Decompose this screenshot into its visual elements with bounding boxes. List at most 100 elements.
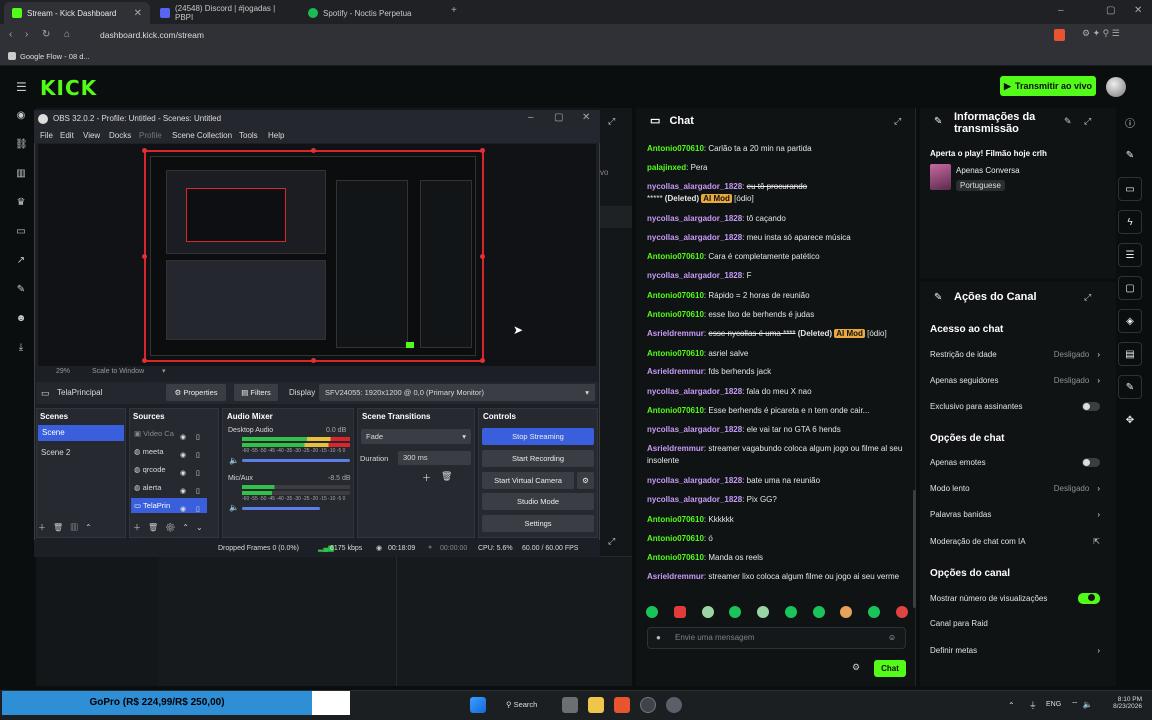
transition-select[interactable]: Fade ▾ [361, 429, 471, 444]
emote-icon[interactable] [868, 606, 881, 618]
chat-message[interactable]: Asrieldremmur: streamer lixo coloca algu… [647, 571, 909, 583]
volume-slider[interactable] [242, 459, 350, 462]
tray-icons[interactable]: ⌃ ⏚ [1008, 700, 1043, 711]
chat-username[interactable]: nycollas_alargador_1828 [647, 233, 742, 242]
server-icon[interactable]: ▤ [1118, 342, 1142, 366]
forward-icon[interactable]: › [25, 29, 28, 40]
audio-icon[interactable]: ◈ [1118, 309, 1142, 333]
window-close-icon[interactable]: ✕ [582, 112, 590, 123]
scene-toolbar-icons[interactable]: ＋🗑▥⌃ [38, 522, 99, 533]
hamburger-menu-icon[interactable]: ☰ [16, 80, 27, 94]
resize-handle[interactable] [142, 148, 147, 153]
chat-username[interactable]: nycollas_alargador_1828 [647, 214, 742, 223]
source-toolbar-icons[interactable]: ＋🗑⚙⌃⌄ [133, 522, 210, 533]
visibility-icon[interactable]: ◉ ◉ ◉ ◉ ◉ [180, 429, 186, 519]
monitor-icon[interactable]: ▭ [15, 226, 27, 238]
goals-row[interactable]: Definir metas › [930, 646, 1100, 655]
scale-mode[interactable]: Scale to Window [92, 368, 144, 375]
task-view-icon[interactable] [562, 697, 578, 713]
emote-icon[interactable] [840, 606, 853, 618]
chat-username[interactable]: palajinxed [647, 163, 686, 172]
chat-message[interactable]: Asrieldremmur: esse nycollas é uma **** … [647, 328, 909, 340]
chat-username[interactable]: Asrieldremmur [647, 329, 704, 338]
chat-username[interactable]: nycollas_alargador_1828 [647, 495, 742, 504]
avatar[interactable] [1106, 77, 1126, 97]
chat-username[interactable]: nycollas_alargador_1828 [647, 387, 742, 396]
speaker-icon[interactable]: 🔈 [229, 456, 239, 465]
emote-icon[interactable] [673, 606, 686, 618]
monitor-icon[interactable]: ▭ [1118, 177, 1142, 201]
bookmark-item[interactable]: Google Flow - 08 d... [20, 52, 90, 61]
download-icon[interactable]: ⤓ [15, 342, 27, 354]
chat-username[interactable]: Antonio070610 [647, 515, 704, 524]
resize-handle[interactable] [142, 254, 147, 259]
start-virtual-camera-button[interactable]: Start Virtual Camera [482, 472, 574, 489]
chat-message[interactable]: nycollas_alargador_1828: tô caçando [647, 213, 909, 225]
expand-icon[interactable]: ⤢ [608, 116, 615, 127]
chat-message[interactable]: Antonio070610: Carlão ta a 20 min na par… [647, 143, 909, 155]
resize-handle[interactable] [142, 358, 147, 363]
window-close-icon[interactable]: ✕ [1134, 5, 1142, 16]
edit-icon[interactable]: ✎ [1064, 116, 1072, 127]
chat-message[interactable]: palajinxed: Pera [647, 162, 909, 174]
chat-message[interactable]: nycollas_alargador_1828: bate uma na reu… [647, 475, 909, 487]
menu-edit[interactable]: Edit [60, 131, 74, 140]
popout-icon[interactable]: ⤢ [1084, 292, 1091, 303]
filters-button[interactable]: ▤ Filters [234, 384, 278, 401]
chat-username[interactable]: nycollas_alargador_1828 [647, 182, 742, 191]
menu-help[interactable]: Help [268, 131, 284, 140]
chat-scrollbar[interactable] [913, 490, 916, 608]
go-live-button[interactable]: ▶ Transmitir ao vivo [1000, 76, 1096, 96]
network-volume-icons[interactable]: ⌔🔈 [1071, 700, 1096, 710]
url-field[interactable]: dashboard.kick.com/stream [100, 30, 204, 40]
chevron-down-icon[interactable]: ▾ [162, 367, 166, 375]
source-item[interactable]: ◍ meeta [134, 447, 164, 456]
ai-moderation-row[interactable]: Moderação de chat com IA ⇱ [930, 537, 1100, 546]
brave-browser-icon[interactable] [614, 697, 630, 713]
clock[interactable]: 8:10 PM 8/23/2026 [1112, 696, 1142, 710]
add-icon[interactable]: ＋ [422, 471, 431, 484]
raid-row[interactable]: Canal para Raid [930, 619, 1100, 628]
obs-taskbar-icon[interactable] [640, 697, 656, 713]
chat-username[interactable]: Antonio070610 [647, 144, 704, 153]
emote-icon[interactable] [701, 606, 714, 618]
source-item[interactable]: ◍ alerta [134, 483, 161, 492]
menu-view[interactable]: View [83, 131, 100, 140]
scene-item[interactable]: Scene 2 [41, 448, 70, 457]
users-icon[interactable]: ☻ [15, 313, 27, 325]
wrench-icon[interactable]: ✎ [1118, 375, 1142, 399]
duration-field[interactable]: 300 ms [398, 451, 471, 465]
nodes-icon[interactable]: ✥ [1118, 408, 1142, 432]
chat-message[interactable]: Asrieldremmur: streamer vagabundo coloca… [647, 443, 909, 467]
age-restriction-row[interactable]: Restrição de idade Desligado › [930, 350, 1100, 359]
trash-icon[interactable]: 🗑 [441, 471, 452, 482]
brave-shield-icon[interactable] [1054, 29, 1065, 41]
close-icon[interactable]: ✕ [134, 8, 142, 19]
emote-icon[interactable] [757, 606, 770, 618]
maximize-icon[interactable]: ▢ [554, 112, 563, 123]
chat-username[interactable]: Asrieldremmur [647, 572, 704, 581]
analytics-icon[interactable]: ▥ [15, 168, 27, 180]
properties-button[interactable]: ⚙ Properties [166, 384, 226, 401]
chat-message[interactable]: Antonio070610: Esse berhends é picareta … [647, 405, 909, 417]
minimize-icon[interactable]: – [1058, 5, 1064, 16]
chat-message[interactable]: nycollas_alargador_1828: meu insta só ap… [647, 232, 909, 244]
source-item[interactable]: ▣ Video Ca [134, 429, 174, 438]
lock-icon[interactable]: ▯ ▯ ▯ ▯ ▯ [196, 429, 200, 519]
extensions-icon[interactable]: ⚙ ✦ ⚲ ☰ [1082, 28, 1120, 39]
new-tab-icon[interactable]: + [451, 5, 457, 16]
resize-handle[interactable] [480, 254, 485, 259]
chat-message[interactable]: nycollas_alargador_1828: ele vai tar no … [647, 424, 909, 436]
chat-message[interactable]: nycollas_alargador_1828: F [647, 270, 909, 282]
banned-words-row[interactable]: Palavras banidas › [930, 510, 1100, 519]
trophy-icon[interactable]: ♛ [15, 197, 27, 209]
chat-message[interactable]: Antonio070610: Kkkkkk [647, 514, 909, 526]
emote-icon[interactable] [812, 606, 825, 618]
chat-message[interactable]: Antonio070610: asriel salve [647, 348, 909, 360]
menu-docks[interactable]: Docks [109, 131, 131, 140]
chat-message[interactable]: nycollas_alargador_1828: fala do meu X n… [647, 386, 909, 398]
back-icon[interactable]: ‹ [9, 29, 12, 40]
chat-input[interactable]: ● Envie uma mensagem ☺ [647, 627, 906, 649]
menu-scene-collection[interactable]: Scene Collection [172, 131, 232, 140]
maximize-icon[interactable]: ▢ [1106, 5, 1115, 16]
